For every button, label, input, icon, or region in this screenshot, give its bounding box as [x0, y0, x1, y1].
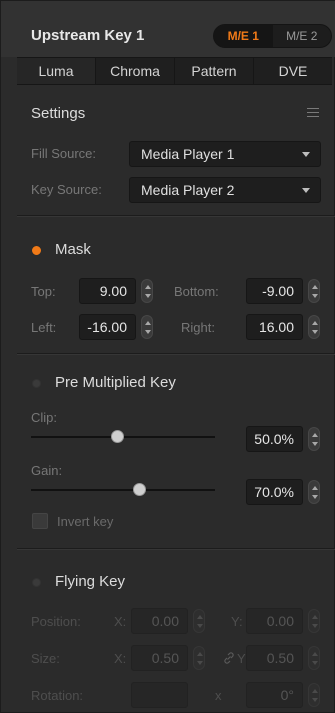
clip-slider-thumb[interactable] — [110, 430, 124, 443]
position-y-stepper[interactable] — [308, 609, 320, 633]
mask-bottom-label: Bottom: — [174, 284, 219, 299]
invert-key-label: Invert key — [57, 514, 114, 529]
settings-heading: Settings — [31, 105, 86, 122]
gain-label: Gain: — [31, 463, 63, 478]
mask-right-label: Right: — [181, 320, 215, 335]
invert-key-checkbox[interactable] — [32, 513, 48, 529]
position-x-stepper[interactable] — [193, 609, 205, 633]
mask-heading: Mask — [55, 241, 91, 258]
panel-header: Upstream Key 1 M/E 1 M/E 2 — [1, 1, 335, 57]
key-type-tabs: Luma Chroma Pattern DVE — [17, 57, 332, 85]
rotation-stepper[interactable] — [308, 683, 320, 707]
tab-dve[interactable]: DVE — [254, 58, 332, 84]
position-x-input[interactable]: 0.00 — [131, 608, 188, 634]
flying-key-toggle[interactable] — [32, 578, 41, 587]
size-x-label: X: — [114, 651, 127, 666]
mask-bottom-input[interactable]: -9.00 — [246, 278, 303, 304]
size-x-stepper[interactable] — [193, 646, 205, 670]
position-y-input[interactable]: 0.00 — [246, 608, 303, 634]
tab-pattern[interactable]: Pattern — [175, 58, 254, 84]
mask-top-input[interactable]: 9.00 — [79, 278, 136, 304]
fill-source-label: Fill Source: — [31, 146, 97, 161]
size-y-input[interactable]: 0.50 — [246, 645, 303, 671]
fill-source-dropdown[interactable]: Media Player 1 — [129, 141, 321, 167]
section-divider — [17, 548, 335, 550]
rotation-x-label: x — [215, 688, 222, 703]
gain-value-input[interactable]: 70.0% — [246, 479, 303, 505]
me-selector: M/E 1 M/E 2 — [213, 24, 332, 48]
size-y-stepper[interactable] — [308, 646, 320, 670]
me1-button[interactable]: M/E 1 — [214, 25, 273, 47]
mask-right-input[interactable]: 16.00 — [246, 314, 303, 340]
position-x-label: X: — [114, 614, 127, 629]
key-source-dropdown[interactable]: Media Player 2 — [129, 177, 321, 203]
mask-left-stepper[interactable] — [141, 315, 153, 339]
me2-button[interactable]: M/E 2 — [273, 25, 332, 47]
link-icon[interactable] — [222, 651, 236, 665]
fill-source-value: Media Player 1 — [141, 146, 235, 162]
size-label: Size: — [31, 651, 60, 666]
rotation-label: Rotation: — [31, 688, 84, 703]
pre-multiplied-toggle[interactable] — [32, 379, 41, 388]
upstream-key-panel: Upstream Key 1 M/E 1 M/E 2 Luma Chroma P… — [0, 0, 335, 713]
size-x-input[interactable]: 0.50 — [131, 645, 188, 671]
key-source-value: Media Player 2 — [141, 182, 235, 198]
gain-slider[interactable] — [31, 489, 215, 491]
clip-value-input[interactable]: 50.0% — [246, 426, 303, 452]
mask-toggle[interactable] — [32, 246, 41, 255]
position-y-label: Y: — [231, 614, 243, 629]
key-source-label: Key Source: — [31, 182, 102, 197]
mask-left-label: Left: — [31, 320, 57, 335]
rotation-input-blank[interactable] — [131, 682, 188, 708]
pre-multiplied-heading: Pre Multiplied Key — [55, 374, 176, 391]
mask-top-label: Top: — [31, 284, 56, 299]
panel-title: Upstream Key 1 — [31, 27, 145, 44]
mask-right-stepper[interactable] — [308, 315, 320, 339]
section-divider — [17, 215, 335, 217]
chevron-down-icon — [302, 152, 310, 157]
mask-bottom-stepper[interactable] — [308, 279, 320, 303]
section-divider — [17, 353, 335, 355]
tab-chroma[interactable]: Chroma — [96, 58, 175, 84]
hamburger-menu-icon[interactable] — [307, 108, 319, 118]
gain-stepper[interactable] — [308, 480, 320, 504]
chevron-down-icon — [302, 188, 310, 193]
mask-top-stepper[interactable] — [141, 279, 153, 303]
rotation-input[interactable]: 0° — [246, 682, 303, 708]
mask-left-input[interactable]: -16.00 — [79, 314, 136, 340]
gain-slider-thumb[interactable] — [133, 483, 147, 496]
tab-luma[interactable]: Luma — [17, 58, 96, 84]
position-label: Position: — [31, 614, 81, 629]
clip-stepper[interactable] — [308, 427, 320, 451]
clip-label: Clip: — [31, 410, 58, 425]
flying-key-heading: Flying Key — [55, 573, 126, 590]
